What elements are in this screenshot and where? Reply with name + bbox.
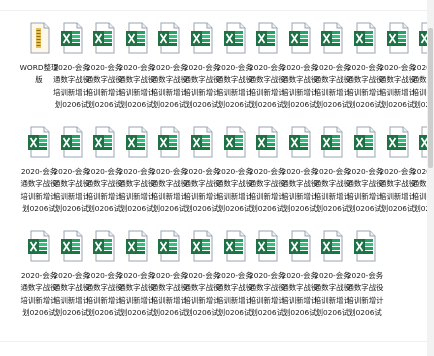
excel-file-icon: [60, 126, 84, 162]
excel-file-item[interactable]: 2020-会务通数字战役培训新增计划0206试: [53, 230, 90, 336]
excel-file-item[interactable]: 2020-会务通数字战役培训新增计划0206试: [281, 230, 318, 336]
excel-file-icon: [190, 230, 214, 266]
excel-file-icon: [157, 230, 181, 266]
excel-file-icon: [190, 126, 214, 162]
excel-file-icon: [27, 230, 51, 266]
excel-file-item[interactable]: 2020-会务通数字战役培训新增计划0206试: [347, 22, 383, 128]
excel-file-icon: [353, 22, 377, 58]
excel-file-icon: [223, 22, 247, 58]
excel-file-item[interactable]: 2020-会务通数字战役培训新增计划0206试: [216, 230, 253, 336]
excel-file-icon: [223, 126, 247, 162]
file-name-label: 2020-会务通数字战役培训新增计划0206试: [346, 271, 384, 318]
excel-file-item[interactable]: 2020-会务通数字战役培训新增计划0206试: [151, 22, 188, 128]
excel-file-icon: [92, 230, 116, 266]
excel-file-icon: [255, 126, 279, 162]
word-file-item[interactable]: WORD整理版: [20, 22, 58, 128]
excel-file-item[interactable]: 2020-会务通数字战役培训新增计划0206试: [379, 126, 416, 232]
excel-file-item[interactable]: 2020-会务通数字战役培训新增计划0206试: [216, 126, 253, 232]
excel-file-icon: [255, 230, 279, 266]
excel-file-item[interactable]: 2020-会务通数字战役培训新增计划0206试: [249, 22, 286, 128]
excel-file-item[interactable]: 2020-会务通数字战役培训新增计划0206试: [249, 126, 286, 232]
excel-file-item[interactable]: 2020-会务通数字战役培训新增计划0206试: [184, 126, 220, 232]
excel-file-icon: [320, 126, 344, 162]
excel-file-item[interactable]: 2020-会务通数字战役培训新增计划0206试: [151, 230, 188, 336]
excel-file-item[interactable]: 2020-会务通数字战役培训新增计划0206试: [216, 22, 253, 128]
file-explorer-window: WORD整理版 2020-会务通数字战役培训新增计划0206试 2020-会务通数字…: [0, 0, 434, 356]
excel-file-icon: [92, 22, 116, 58]
excel-file-item[interactable]: 2020-会务通数字战役培训新增计划0206试: [86, 126, 123, 232]
excel-file-icon: [353, 126, 377, 162]
excel-file-item[interactable]: 2020-会务通数字战役培训新增计划0206试: [151, 126, 188, 232]
excel-file-icon: [190, 22, 214, 58]
excel-file-icon: [27, 126, 51, 162]
excel-file-icon: [125, 22, 149, 58]
excel-file-item[interactable]: 2020-会务通数字战役培训新增计划0206试: [21, 126, 57, 232]
excel-file-icon: [157, 22, 181, 58]
excel-file-icon: [320, 22, 344, 58]
excel-file-icon: [353, 230, 377, 266]
excel-file-item[interactable]: 2020-会务通数字战役培训新增计划0206试: [184, 22, 220, 128]
excel-file-icon: [60, 22, 84, 58]
excel-file-icon: [125, 126, 149, 162]
excel-file-item[interactable]: 2020-会务通数字战役培训新增计划0206试: [281, 22, 318, 128]
excel-file-item[interactable]: 2020-会务通数字战役培训新增计划0206试: [118, 22, 155, 128]
vertical-scrollbar[interactable]: [427, 0, 434, 356]
bottom-edge: [0, 341, 434, 356]
excel-file-item[interactable]: 2020-会务通数字战役培训新增计划0206试: [184, 230, 220, 336]
excel-file-item[interactable]: 2020-会务通数字战役培训新增计划0206试: [249, 230, 286, 336]
excel-file-item[interactable]: 2020-会务通数字战役培训新增计划0206试: [53, 22, 90, 128]
excel-file-item[interactable]: 2020-会务通数字战役培训新增计划0206试: [118, 230, 155, 336]
excel-file-icon: [92, 126, 116, 162]
text-document-icon: [27, 22, 51, 58]
excel-file-item[interactable]: 2020-会务通数字战役培训新增计划0206试: [379, 22, 416, 128]
excel-file-item[interactable]: 2020-会务通数字战役培训新增计划0206试: [347, 230, 383, 336]
excel-file-item[interactable]: 2020-会务通数字战役培训新增计划0206试: [281, 126, 318, 232]
top-edge: [0, 0, 434, 11]
excel-file-item[interactable]: 2020-会务通数字战役培训新增计划0206试: [86, 230, 123, 336]
excel-file-icon: [255, 22, 279, 58]
excel-file-icon: [386, 126, 410, 162]
excel-file-icon: [60, 230, 84, 266]
excel-file-icon: [320, 230, 344, 266]
excel-file-icon: [288, 230, 312, 266]
excel-file-item[interactable]: 2020-会务通数字战役培训新增计划0206试: [118, 126, 155, 232]
excel-file-item[interactable]: 2020-会务通数字战役培训新增计划0206试: [314, 22, 351, 128]
excel-file-item[interactable]: 2020-会务通数字战役培训新增计划0206试: [314, 126, 351, 232]
excel-file-item[interactable]: 2020-会务通数字战役培训新增计划0206试: [53, 126, 90, 232]
excel-file-item[interactable]: 2020-会务通数字战役培训新增计划0206试: [314, 230, 351, 336]
excel-file-icon: [223, 230, 247, 266]
excel-file-icon: [125, 230, 149, 266]
excel-file-icon: [288, 22, 312, 58]
excel-file-item[interactable]: 2020-会务通数字战役培训新增计划0206试: [86, 22, 123, 128]
excel-file-icon: [386, 22, 410, 58]
excel-file-item[interactable]: 2020-会务通数字战役培训新增计划0206试: [347, 126, 383, 232]
excel-file-item[interactable]: 2020-会务通数字战役培训新增计划0206试: [21, 230, 57, 336]
excel-file-icon: [288, 126, 312, 162]
excel-file-icon: [157, 126, 181, 162]
scrollbar-thumb[interactable]: [428, 28, 433, 168]
